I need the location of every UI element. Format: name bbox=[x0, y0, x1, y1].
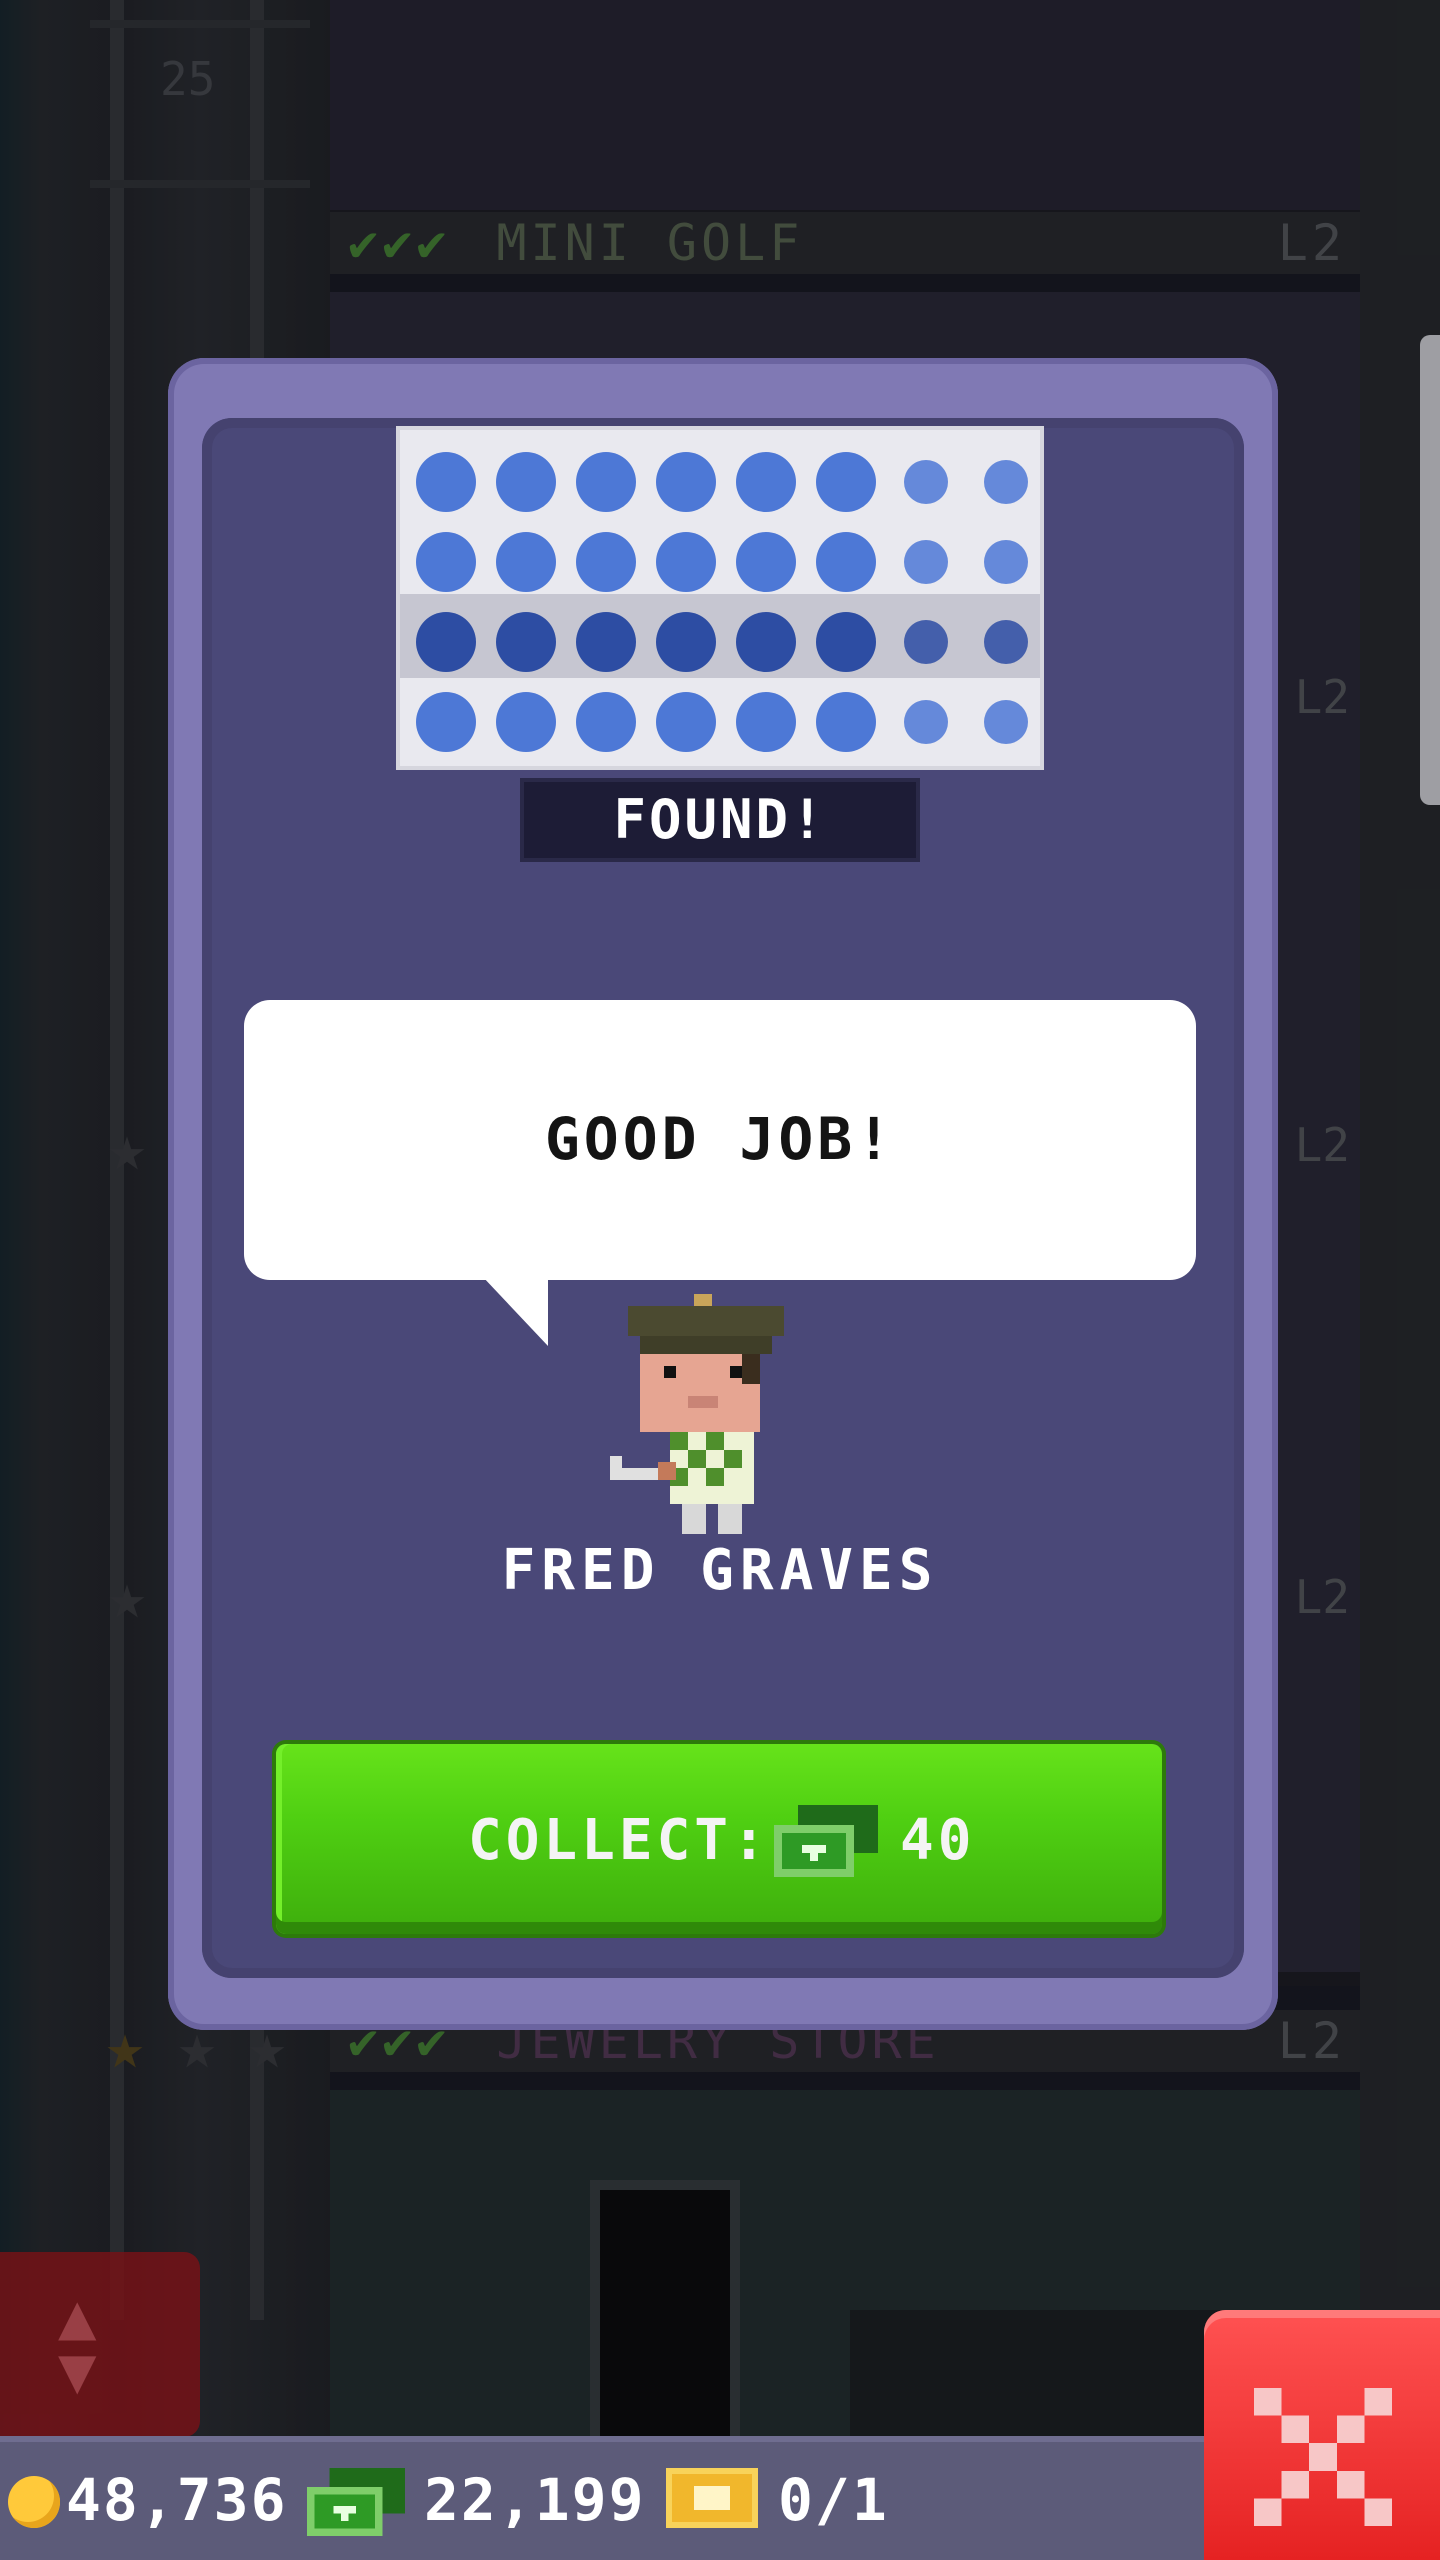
window-pane bbox=[416, 532, 476, 592]
tower-bux-icon bbox=[774, 1805, 878, 1877]
window-pane bbox=[576, 692, 636, 752]
tickets-value: 0/1 bbox=[778, 2466, 889, 2534]
window-pane bbox=[984, 460, 1028, 504]
window-pane bbox=[496, 532, 556, 592]
elevator-button[interactable]: ▲ ▼ bbox=[0, 2252, 200, 2437]
window-pane bbox=[656, 532, 716, 592]
coins-value: 48,736 bbox=[66, 2466, 288, 2534]
golfer-character-icon bbox=[610, 1294, 784, 1534]
coin-icon bbox=[8, 2476, 60, 2528]
character-name: FRED GRAVES bbox=[501, 1538, 939, 1603]
tower-bux-icon bbox=[306, 2468, 406, 2536]
window-pane bbox=[736, 452, 796, 512]
window-grid-icon bbox=[400, 452, 1040, 752]
speech-text: GOOD JOB! bbox=[544, 1105, 896, 1173]
collect-label: COLLECT: bbox=[468, 1808, 770, 1873]
window-pane bbox=[736, 532, 796, 592]
golden-ticket-icon bbox=[666, 2468, 758, 2528]
window-pane bbox=[416, 692, 476, 752]
collect-amount: 40 bbox=[900, 1808, 976, 1873]
window-pane bbox=[904, 460, 948, 504]
window-shade-band bbox=[400, 594, 1040, 678]
window-pane bbox=[984, 700, 1028, 744]
window-pane bbox=[656, 692, 716, 752]
found-item-image bbox=[400, 430, 1040, 766]
window-pane bbox=[576, 452, 636, 512]
window-pane bbox=[984, 540, 1028, 584]
window-pane bbox=[904, 540, 948, 584]
window-pane bbox=[416, 452, 476, 512]
window-pane bbox=[816, 692, 876, 752]
window-pane bbox=[816, 452, 876, 512]
close-icon bbox=[1254, 2388, 1392, 2526]
elevator-arrows-icon: ▲ ▼ bbox=[58, 2280, 97, 2408]
side-scroll-tab[interactable] bbox=[1420, 335, 1440, 805]
bux-value: 22,199 bbox=[424, 2466, 646, 2534]
found-label: FOUND! bbox=[524, 782, 916, 858]
window-pane bbox=[496, 692, 556, 752]
window-pane bbox=[816, 532, 876, 592]
window-pane bbox=[736, 692, 796, 752]
window-pane bbox=[904, 700, 948, 744]
window-pane bbox=[656, 452, 716, 512]
speech-bubble-tail bbox=[482, 1276, 548, 1346]
collect-button[interactable]: COLLECT: 40 bbox=[276, 1744, 1162, 1934]
window-pane bbox=[496, 452, 556, 512]
close-button[interactable] bbox=[1204, 2310, 1440, 2560]
speech-bubble: GOOD JOB! bbox=[244, 1000, 1196, 1280]
window-pane bbox=[576, 532, 636, 592]
